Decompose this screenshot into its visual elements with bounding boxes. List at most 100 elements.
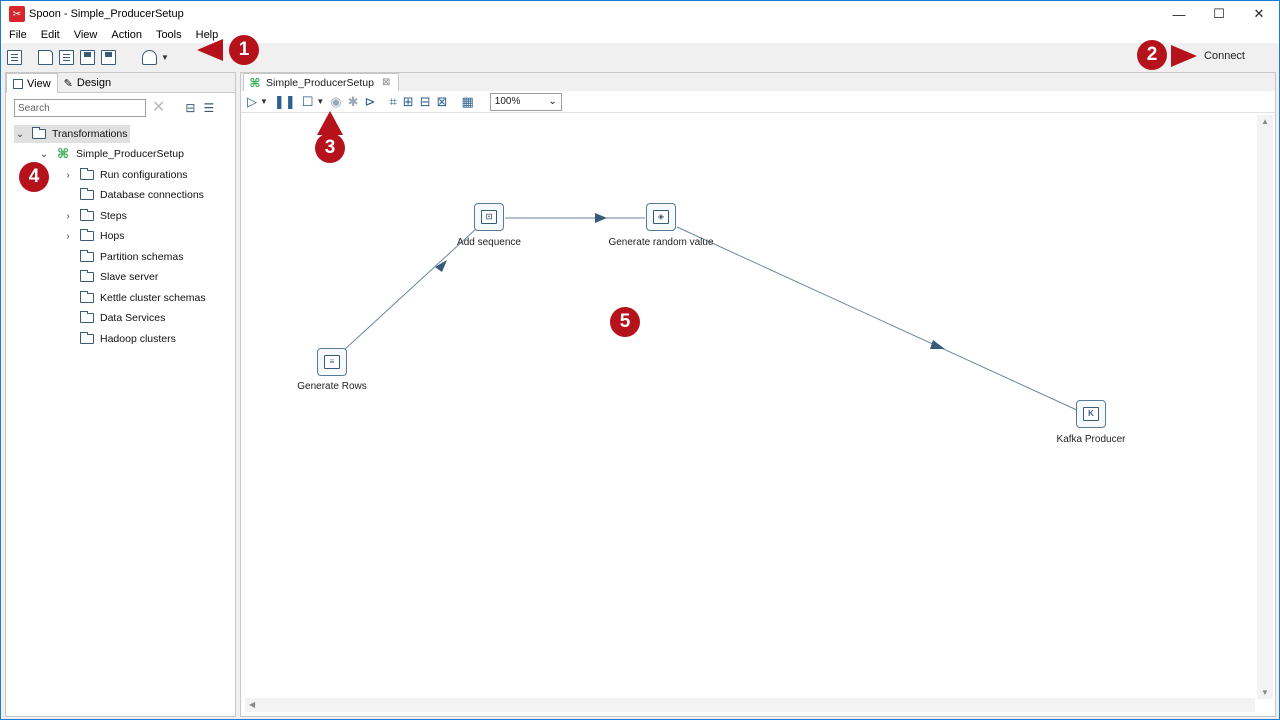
vertical-scrollbar[interactable]: ▲ ▼ <box>1257 115 1273 699</box>
step-generate-rows[interactable]: ≡ <box>317 348 347 376</box>
tree-item-slave-server[interactable]: Slave server <box>62 268 158 286</box>
zoom-select[interactable]: 100% ⌄ <box>489 92 562 111</box>
editor-tabs: ⌘ Simple_ProducerSetup ⊠ <box>241 73 1275 91</box>
folder-icon <box>80 270 94 282</box>
show-results-icon[interactable]: ▦ <box>462 94 474 109</box>
debug-icon[interactable]: ✱ <box>348 94 359 109</box>
run-dropdown-icon[interactable]: ▼ <box>260 95 268 109</box>
connect-button[interactable]: Connect <box>1204 50 1245 62</box>
callout-marker-4: 4 <box>19 162 49 192</box>
editor-toolbar: ▷ ▼ ❚❚ ☐ ▼ ◉ ✱ ⊳ ⌗ ⊞ ⊟ ⊠ ▦ 100% ⌄ <box>241 91 1275 113</box>
hop-generate-random-value-to-kafka-producer[interactable] <box>676 226 1080 412</box>
tree-item-kettle-cluster-schemas[interactable]: Kettle cluster schemas <box>62 289 206 307</box>
search-input[interactable] <box>14 99 146 117</box>
tab-design-label: Design <box>76 77 112 89</box>
expand-tree-icon[interactable]: ☰ <box>203 101 214 115</box>
tree-item-steps[interactable]: › Steps <box>62 207 127 225</box>
tree-item-data-services[interactable]: Data Services <box>62 309 165 327</box>
left-panel-tabs: View ✎ Design <box>6 73 235 93</box>
step-label-add-sequence: Add sequence <box>457 237 521 248</box>
folder-icon <box>80 188 94 200</box>
chevron-right-icon[interactable]: › <box>62 170 74 181</box>
tree-item-database-connections[interactable]: Database connections <box>62 186 204 204</box>
pause-icon[interactable]: ❚❚ <box>274 94 296 109</box>
transformation-icon: ⌘ <box>56 146 70 161</box>
replay-icon[interactable]: ⊳ <box>365 94 376 109</box>
folder-icon <box>80 291 94 303</box>
callout-marker-2: 2 <box>1137 40 1167 70</box>
tree-transformation-label: Simple_ProducerSetup <box>76 148 184 160</box>
tree-item-run-configurations[interactable]: › Run configurations <box>62 166 188 184</box>
stop-icon[interactable]: ☐ <box>302 94 314 109</box>
chevron-down-icon[interactable]: ⌄ <box>38 149 50 160</box>
tab-design[interactable]: ✎ Design <box>58 73 117 93</box>
tab-simple-producer-setup[interactable]: ⌘ Simple_ProducerSetup ⊠ <box>243 73 400 91</box>
run-icon[interactable]: ▷ <box>247 94 257 109</box>
tree-item-hops[interactable]: › Hops <box>62 227 125 245</box>
maximize-button[interactable]: ☐ <box>1199 1 1239 27</box>
folder-icon <box>80 209 94 221</box>
save-as-icon[interactable] <box>101 49 116 65</box>
chevron-right-icon[interactable]: › <box>62 231 74 242</box>
callout-arrow-2 <box>1171 45 1197 67</box>
menu-bar: File Edit View Action Tools Help <box>1 27 1279 43</box>
transformation-editor: ⌘ Simple_ProducerSetup ⊠ ▷ ▼ ❚❚ ☐ ▼ ◉ ✱ … <box>240 72 1276 717</box>
menu-edit[interactable]: Edit <box>33 29 66 41</box>
step-kafka-producer[interactable]: K <box>1076 400 1106 428</box>
hop-arrow <box>930 340 945 349</box>
folder-icon <box>80 332 94 344</box>
transformation-canvas[interactable]: ≡ Generate Rows ⊡ Add sequence ◈ Generat… <box>245 115 1255 699</box>
window-controls: — ☐ ✕ <box>1159 1 1279 27</box>
close-tab-icon[interactable]: ⊠ <box>382 77 390 88</box>
menu-view[interactable]: View <box>66 29 104 41</box>
menu-file[interactable]: File <box>1 29 33 41</box>
tree-item-hadoop-clusters[interactable]: Hadoop clusters <box>62 330 176 348</box>
layers-perspective-icon[interactable] <box>142 49 157 65</box>
sql-icon[interactable]: ⊟ <box>420 94 431 109</box>
scroll-down-icon[interactable]: ▼ <box>1261 688 1269 697</box>
hop-arrow <box>435 260 447 272</box>
perspective-dropdown-icon[interactable]: ▼ <box>161 53 169 62</box>
main-toolbar: ▼ <box>1 43 1279 71</box>
save-icon[interactable] <box>80 49 95 65</box>
folder-icon <box>80 250 94 262</box>
horizontal-scrollbar[interactable]: ◀ <box>245 698 1255 712</box>
folder-icon <box>80 311 94 323</box>
menu-tools[interactable]: Tools <box>148 29 188 41</box>
close-window-button[interactable]: ✕ <box>1239 1 1279 27</box>
tree-item-partition-schemas[interactable]: Partition schemas <box>62 248 183 266</box>
minimize-button[interactable]: — <box>1159 1 1199 27</box>
scroll-left-icon[interactable]: ◀ <box>249 700 255 709</box>
folder-icon <box>80 229 94 241</box>
impact-icon[interactable]: ⊞ <box>403 94 414 109</box>
tree-transformation-item[interactable]: ⌄ ⌘ Simple_ProducerSetup <box>38 145 184 163</box>
scroll-up-icon[interactable]: ▲ <box>1261 117 1269 126</box>
tree-item-label: Slave server <box>100 271 159 283</box>
open-file-icon[interactable] <box>38 49 53 65</box>
window-title: Spoon - Simple_ProducerSetup <box>29 8 184 20</box>
step-generate-random-value[interactable]: ◈ <box>646 203 676 231</box>
tree-item-label: Kettle cluster schemas <box>100 292 206 304</box>
generate-rows-icon: ≡ <box>324 355 340 369</box>
tree-item-label: Hadoop clusters <box>100 333 176 345</box>
chevron-down-icon[interactable]: ⌄ <box>14 129 26 140</box>
tree-root-label: Transformations <box>52 128 128 140</box>
explore-db-icon[interactable]: ⊠ <box>437 94 448 109</box>
menu-action[interactable]: Action <box>103 29 148 41</box>
stop-dropdown-icon[interactable]: ▼ <box>316 95 324 109</box>
chevron-right-icon[interactable]: › <box>62 211 74 222</box>
step-add-sequence[interactable]: ⊡ <box>474 203 504 231</box>
tree-root-transformations[interactable]: ⌄ Transformations <box>14 125 131 143</box>
pencil-icon: ✎ <box>63 77 73 90</box>
collapse-tree-icon[interactable]: ⊟ <box>185 101 195 115</box>
explore-repository-icon[interactable] <box>59 49 74 65</box>
preview-icon[interactable]: ◉ <box>330 94 341 109</box>
step-label-generate-random-value: Generate random value <box>608 237 714 248</box>
clear-search-icon[interactable]: ✕ <box>152 99 165 117</box>
callout-arrow-1 <box>197 39 223 61</box>
transformation-icon: ⌘ <box>249 75 261 90</box>
verify-icon[interactable]: ⌗ <box>389 94 396 109</box>
tab-view[interactable]: View <box>6 73 58 93</box>
folder-icon <box>80 168 94 180</box>
new-file-icon[interactable] <box>7 49 22 65</box>
